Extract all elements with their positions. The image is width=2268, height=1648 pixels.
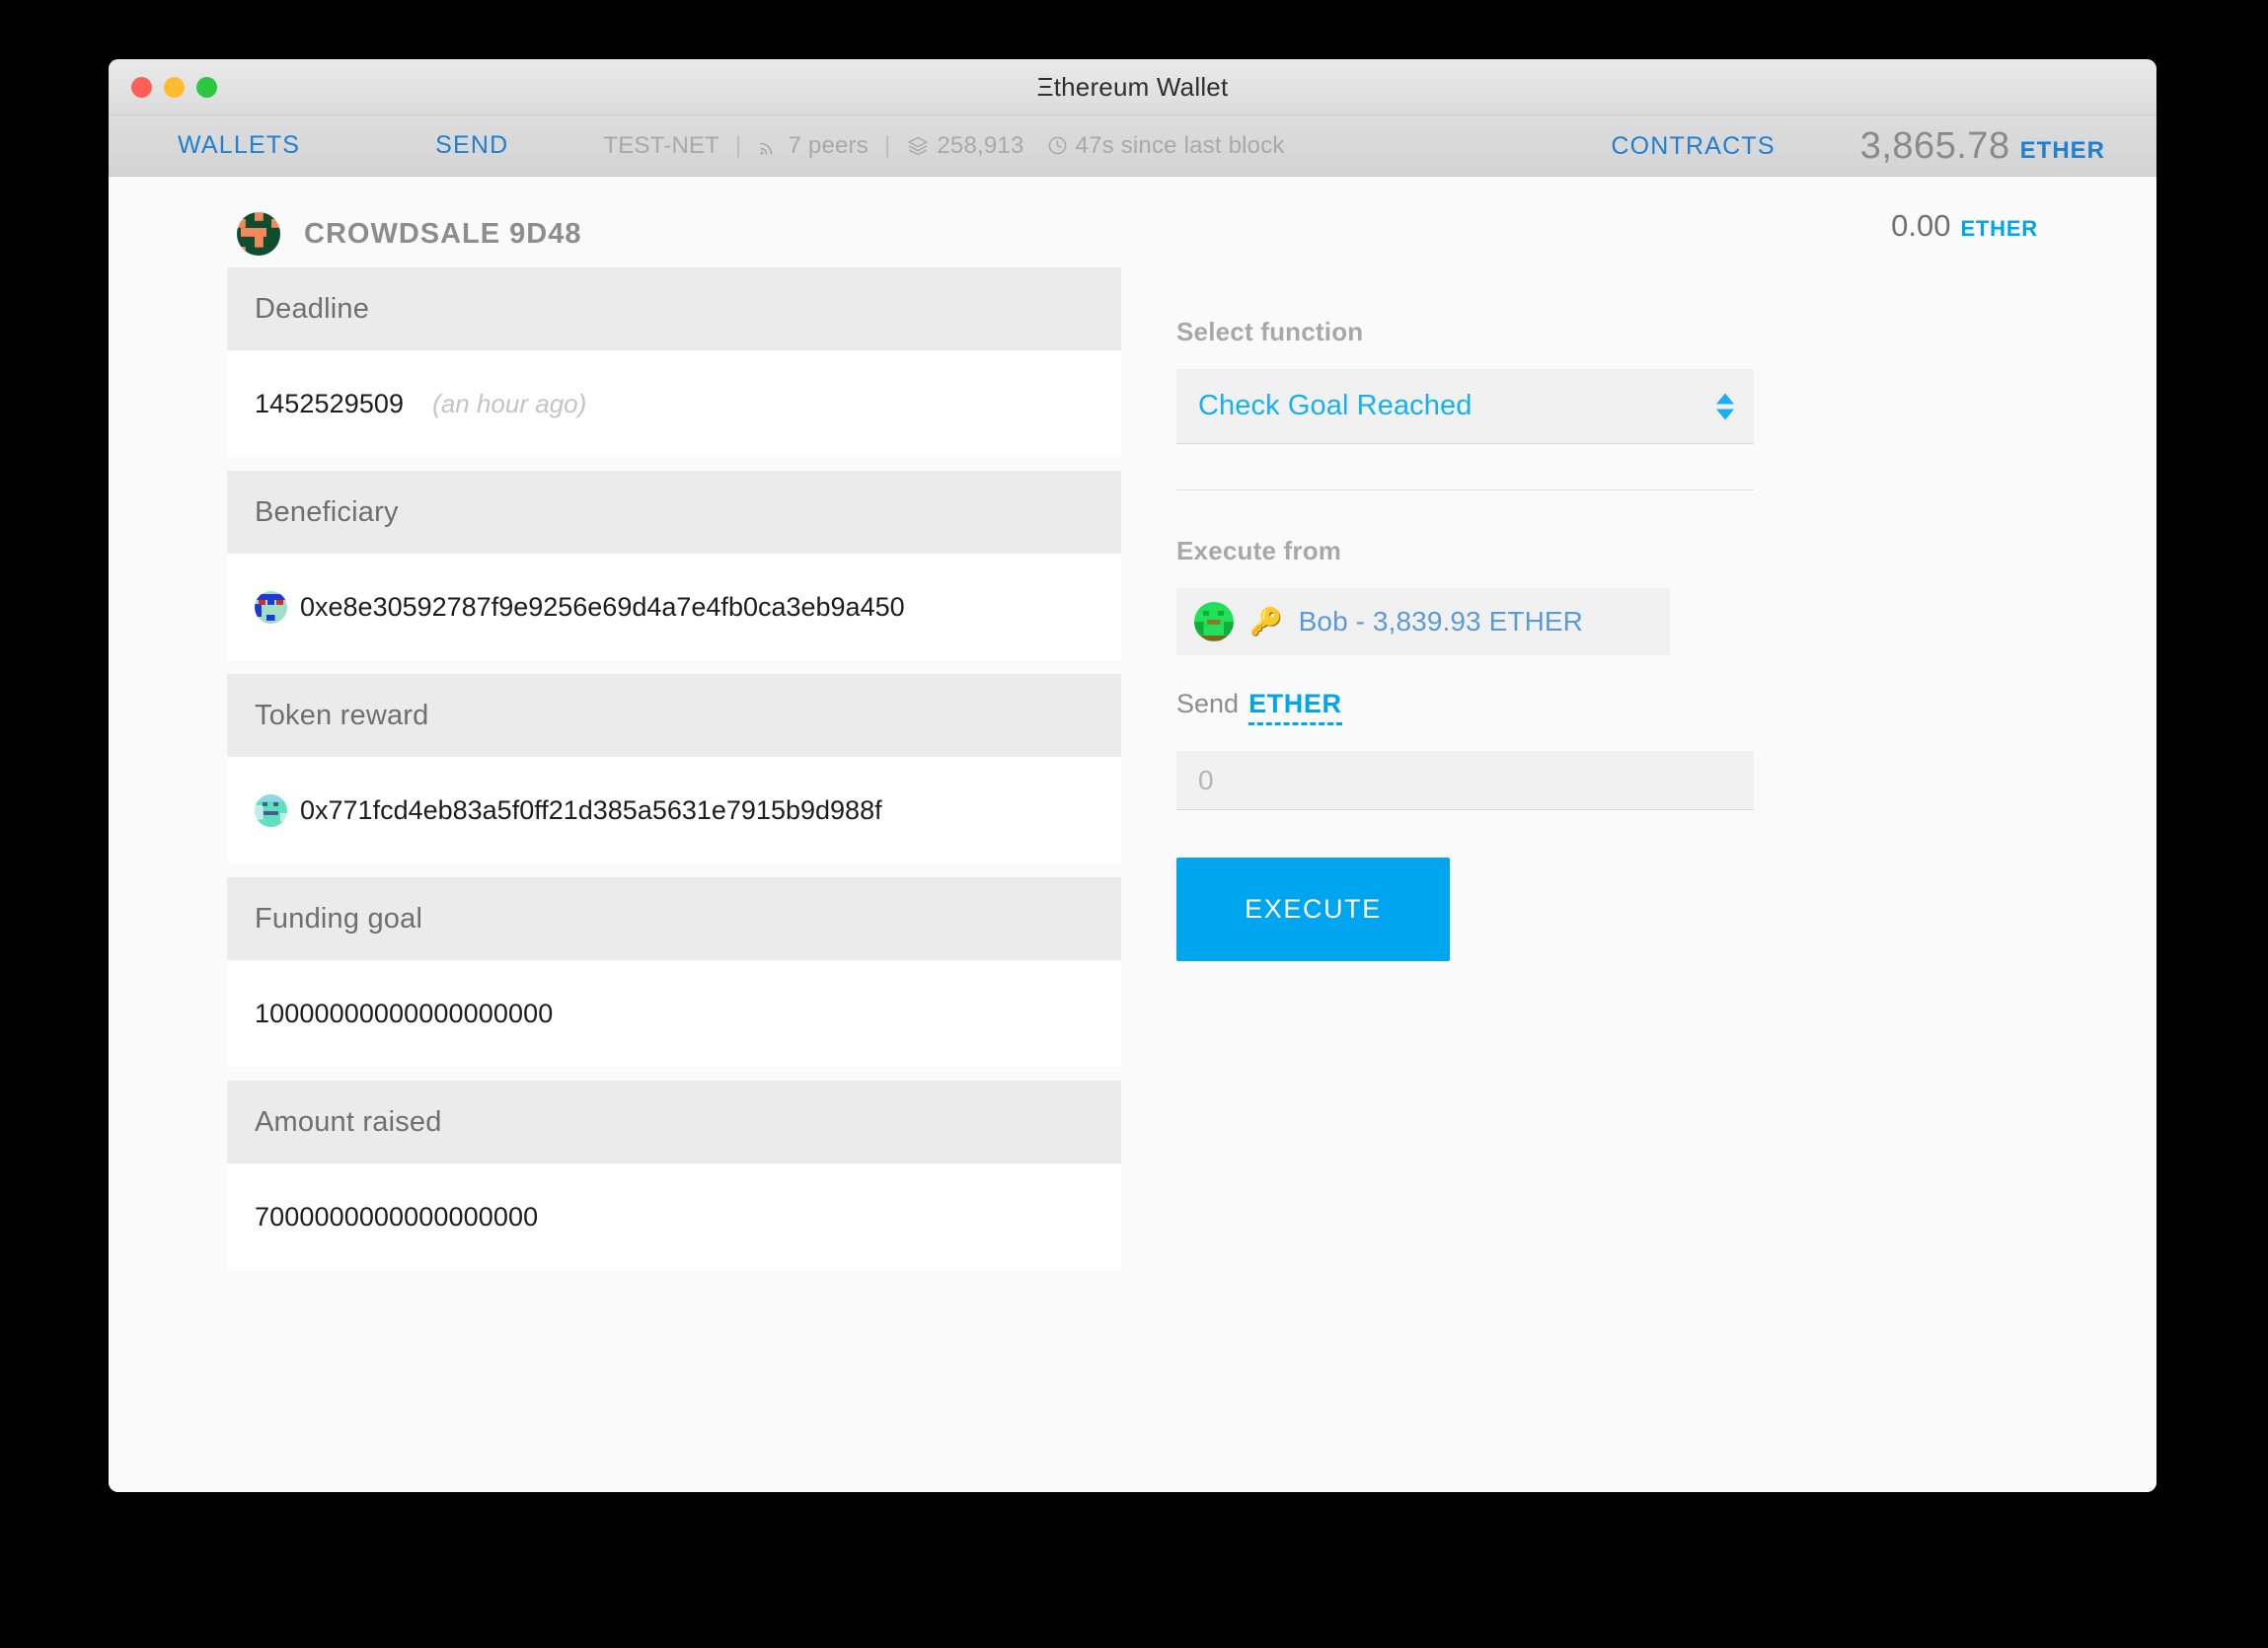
field-amount-raised: Amount raised 7000000000000000000: [227, 1081, 1121, 1270]
status-separator-1: |: [735, 131, 742, 159]
key-icon: 🔑: [1249, 606, 1283, 637]
peers-count: 7 peers: [788, 131, 869, 159]
field-value-row: 10000000000000000000: [227, 960, 1121, 1067]
total-balance-unit: ETHER: [2019, 136, 2105, 164]
send-amount-label-row: Send ETHER: [1176, 689, 1812, 725]
block-number: 258,913: [937, 131, 1024, 159]
contract-balance-unit: ETHER: [1960, 216, 2038, 241]
function-select[interactable]: Check Goal Reached: [1176, 369, 1754, 444]
nav-item-contracts[interactable]: CONTRACTS: [1611, 132, 1775, 161]
account-label: Bob - 3,839.93 ETHER: [1298, 606, 1583, 637]
token-identicon: [255, 793, 287, 827]
execute-button[interactable]: EXECUTE: [1176, 858, 1450, 961]
field-value-row: 0x771fcd4eb83a5f0ff21d385a5631e7915b9d98…: [227, 757, 1121, 863]
minimize-button[interactable]: [164, 77, 185, 98]
panel-divider: [1176, 489, 1754, 490]
maximize-button[interactable]: [196, 77, 217, 98]
contract-header: CROWDSALE 9D48 0.00 ETHER: [109, 177, 2156, 267]
field-value: 7000000000000000000: [255, 1201, 539, 1232]
field-value: 1452529509: [255, 388, 405, 418]
block-status: 258,913: [906, 132, 1023, 160]
peers-status: 7 peers: [757, 131, 869, 160]
execute-from-label: Execute from: [1176, 536, 1342, 565]
field-token-reward: Token reward 0x771fcd4eb83a5f0ff21d385a5…: [227, 674, 1121, 863]
field-label: Deadline: [227, 267, 1121, 350]
beneficiary-identicon: [255, 590, 287, 624]
close-button[interactable]: [131, 77, 152, 98]
contract-balance: 0.00 ETHER: [1891, 208, 2038, 244]
nav-item-wallets[interactable]: WALLETS: [178, 131, 300, 160]
field-value: 0x771fcd4eb83a5f0ff21d385a5631e7915b9d98…: [300, 794, 882, 825]
total-balance: 3,865.78 ETHER: [1860, 125, 2105, 168]
field-value-row: 0xe8e30592787f9e9256e69d4a7e4fb0ca3eb9a4…: [227, 554, 1121, 660]
title-bar: Ξthereum Wallet: [109, 59, 2156, 115]
field-deadline: Deadline 1452529509 (an hour ago): [227, 267, 1121, 457]
field-value-row: 7000000000000000000: [227, 1163, 1121, 1270]
last-block-time: 47s since last block: [1075, 131, 1285, 159]
field-value-row: 1452529509 (an hour ago): [227, 350, 1121, 457]
total-balance-amount: 3,865.78: [1859, 124, 2010, 167]
status-separator-2: |: [883, 131, 891, 159]
field-value: 10000000000000000000: [255, 998, 554, 1028]
field-label: Amount raised: [227, 1081, 1121, 1163]
account-identicon: [1194, 602, 1234, 641]
network-status: TEST-NET | 7 peers | 258,913 47s since l…: [603, 132, 1284, 160]
contract-balance-amount: 0.00: [1891, 208, 1951, 243]
nav-bar: WALLETS SEND TEST-NET | 7 peers | 258,91…: [109, 115, 2156, 177]
execute-from-account[interactable]: 🔑 Bob - 3,839.93 ETHER: [1176, 588, 1670, 655]
selected-function-label: Check Goal Reached: [1198, 390, 1473, 421]
traffic-lights: [131, 77, 217, 98]
window-title: Ξthereum Wallet: [1036, 72, 1229, 102]
chevron-updown-icon: [1716, 393, 1734, 419]
clock-icon: [1046, 134, 1069, 157]
blocks-icon: [906, 134, 930, 158]
field-value-note: (an hour ago): [432, 388, 587, 418]
execute-panel: Select function Check Goal Reached Execu…: [1121, 267, 1812, 1284]
select-function-label: Select function: [1176, 317, 1364, 346]
contract-identicon: [237, 212, 280, 256]
network-name: TEST-NET: [603, 131, 720, 159]
contract-fields-list: Deadline 1452529509 (an hour ago) Benefi…: [109, 267, 1121, 1284]
last-block-status: 47s since last block: [1046, 132, 1285, 160]
app-window: Ξthereum Wallet WALLETS SEND TEST-NET | …: [109, 59, 2156, 1492]
field-label: Token reward: [227, 674, 1121, 757]
field-funding-goal: Funding goal 10000000000000000000: [227, 877, 1121, 1067]
field-label: Funding goal: [227, 877, 1121, 960]
send-label: Send: [1176, 689, 1240, 718]
field-beneficiary: Beneficiary 0xe8e30592787f9e9256e69d4a7e…: [227, 471, 1121, 660]
contract-title: CROWDSALE 9D48: [304, 217, 582, 250]
nav-right-group: CONTRACTS 3,865.78 ETHER: [1611, 115, 2105, 177]
field-label: Beneficiary: [227, 471, 1121, 554]
field-value: 0xe8e30592787f9e9256e69d4a7e4fb0ca3eb9a4…: [300, 591, 905, 622]
content-area: CROWDSALE 9D48 0.00 ETHER Deadline 14525…: [109, 177, 2156, 1492]
send-unit-selector[interactable]: ETHER: [1248, 689, 1342, 725]
main-columns: Deadline 1452529509 (an hour ago) Benefi…: [109, 267, 2156, 1284]
signal-icon: [757, 134, 781, 158]
nav-item-send[interactable]: SEND: [435, 131, 508, 160]
send-amount-input[interactable]: [1176, 751, 1754, 810]
